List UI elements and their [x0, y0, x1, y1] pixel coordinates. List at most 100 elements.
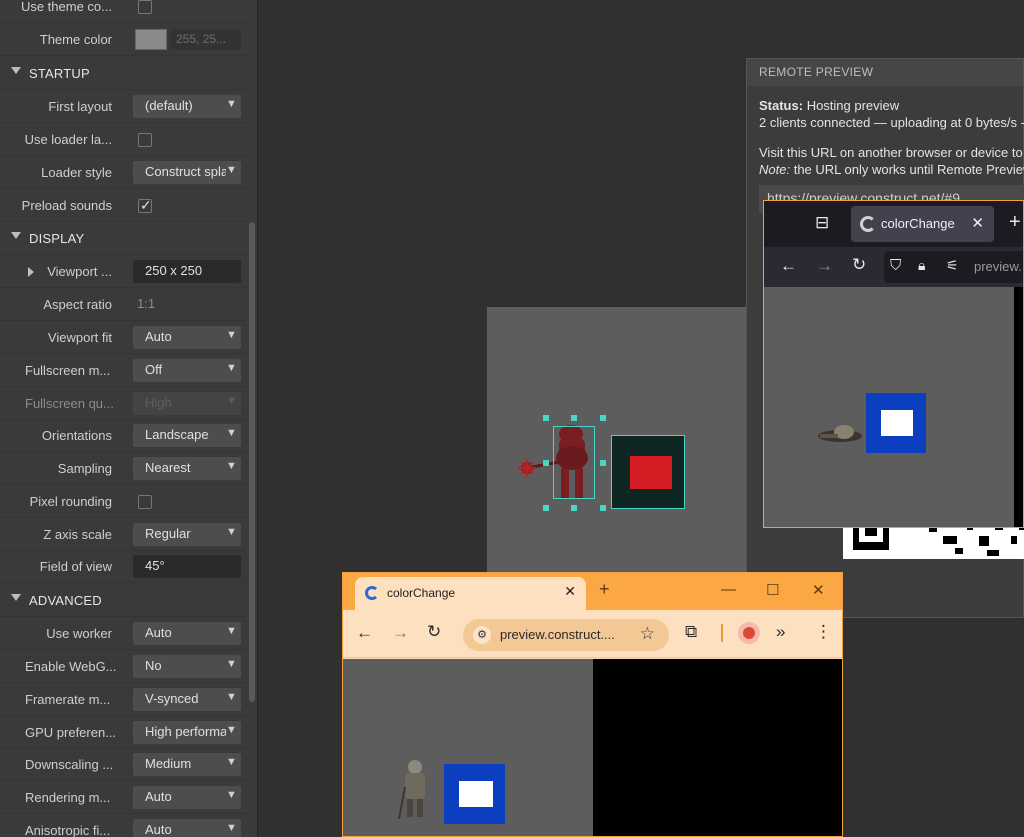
- forward-arrow-icon[interactable]: →: [816, 256, 833, 276]
- new-tab-icon[interactable]: +: [1009, 211, 1021, 234]
- firefox-tab-colorchange[interactable]: colorChange ✕: [851, 206, 994, 242]
- orientations-select[interactable]: Landscape ▼: [133, 424, 241, 447]
- section-startup[interactable]: STARTUP: [0, 57, 248, 90]
- resize-handle[interactable]: [571, 415, 577, 421]
- anisotropic-select[interactable]: Auto ▼: [133, 819, 241, 837]
- expand-triangle-icon[interactable]: [28, 267, 34, 277]
- resize-handle[interactable]: [600, 460, 606, 466]
- chevron-double-right-icon[interactable]: »: [776, 622, 785, 642]
- chevron-down-icon: ▼: [226, 756, 238, 770]
- prop-label: Z axis scale: [43, 527, 112, 542]
- firefox-game-canvas[interactable]: [764, 287, 1014, 527]
- use-worker-select[interactable]: Auto ▼: [133, 622, 241, 645]
- lock-icon[interactable]: 🔒︎: [918, 257, 925, 274]
- menu-kebab-icon[interactable]: ⋮: [815, 622, 832, 642]
- chevron-down-icon: ▼: [226, 691, 238, 705]
- viewport-fit-select[interactable]: Auto ▼: [133, 326, 241, 349]
- properties-scrollbar[interactable]: [247, 0, 257, 837]
- prop-label: Sampling: [57, 461, 112, 476]
- chrome-game-canvas[interactable]: [343, 659, 593, 836]
- prop-row-theme-color: Theme color 255, 25...: [0, 23, 248, 56]
- prop-row-use-loader: Use loader la...: [0, 123, 248, 156]
- chrome-black-area: [593, 659, 842, 836]
- forward-arrow-icon[interactable]: →: [392, 623, 409, 643]
- resize-handle[interactable]: [543, 460, 549, 466]
- select-value: Medium: [145, 756, 192, 771]
- aspect-ratio-value: 1:1: [137, 296, 156, 311]
- theme-color-value[interactable]: 255, 25...: [170, 29, 241, 50]
- tab-manager-icon[interactable]: ⊟: [815, 213, 829, 233]
- selection-bounds: [546, 418, 603, 508]
- url-text: preview.: [974, 259, 1022, 274]
- z-axis-scale-select[interactable]: Regular ▼: [133, 523, 241, 546]
- bookmark-star-icon[interactable]: ☆: [640, 624, 655, 644]
- select-value: Auto: [145, 329, 172, 344]
- scrollbar-thumb[interactable]: [249, 222, 255, 702]
- downscaling-select[interactable]: Medium ▼: [133, 753, 241, 776]
- red-inner-square: [630, 456, 672, 489]
- toolbar-separator: [721, 624, 723, 642]
- firefox-black-area: [1014, 287, 1023, 527]
- prop-row-orientations: Orientations Landscape ▼: [0, 419, 248, 452]
- minimize-icon[interactable]: —: [721, 581, 736, 598]
- field-of-view-input[interactable]: 45°: [133, 555, 241, 578]
- chevron-down-icon: ▼: [226, 460, 238, 474]
- resize-handle[interactable]: [600, 415, 606, 421]
- pixel-rounding-checkbox[interactable]: [138, 495, 152, 509]
- prop-label: Use worker: [46, 626, 112, 641]
- tab-title: colorChange: [387, 586, 456, 600]
- site-settings-icon[interactable]: ⚙: [473, 626, 491, 644]
- properties-panel: Use theme co... Theme color 255, 25... S…: [0, 0, 258, 837]
- close-window-icon[interactable]: ✕: [812, 581, 825, 599]
- fullscreen-mode-select[interactable]: Off ▼: [133, 359, 241, 382]
- shield-icon[interactable]: ⛉: [890, 257, 901, 274]
- section-advanced[interactable]: ADVANCED: [0, 584, 248, 617]
- close-tab-icon[interactable]: ✕: [971, 214, 984, 232]
- resize-handle[interactable]: [543, 415, 549, 421]
- note-text: the URL only works until Remote Preview: [793, 162, 1024, 177]
- rendering-mode-select[interactable]: Auto ▼: [133, 786, 241, 809]
- resize-handle[interactable]: [600, 505, 606, 511]
- select-value: Regular: [145, 526, 191, 541]
- resize-handle[interactable]: [571, 505, 577, 511]
- reload-icon[interactable]: ↻: [427, 622, 441, 642]
- preload-sounds-checkbox[interactable]: [138, 197, 152, 214]
- section-display[interactable]: DISPLAY: [0, 222, 248, 255]
- chrome-omnibox[interactable]: ⚙ preview.construct.... ☆: [463, 619, 669, 651]
- color-box-sprite[interactable]: [611, 435, 685, 509]
- section-title: STARTUP: [29, 66, 90, 81]
- reload-icon[interactable]: ↻: [852, 255, 866, 275]
- select-value: Auto: [145, 822, 172, 837]
- prop-label: Fullscreen qu...: [25, 396, 114, 411]
- enable-webgpu-select[interactable]: No ▼: [133, 655, 241, 678]
- viewport-size-input[interactable]: 250 x 250: [133, 260, 241, 283]
- profile-avatar[interactable]: [738, 622, 760, 644]
- resize-handle[interactable]: [543, 505, 549, 511]
- new-tab-icon[interactable]: +: [599, 579, 610, 600]
- first-layout-select[interactable]: (default) ▼: [133, 95, 241, 118]
- select-value: Landscape: [145, 427, 209, 442]
- extensions-icon[interactable]: ⧉: [685, 622, 697, 642]
- chrome-tab-colorchange[interactable]: colorChange ✕: [355, 577, 586, 610]
- sampling-select[interactable]: Nearest ▼: [133, 457, 241, 480]
- collapse-triangle-icon: [11, 594, 21, 601]
- use-theme-color-checkbox[interactable]: [138, 0, 152, 14]
- permissions-icon[interactable]: ⚟: [946, 257, 959, 274]
- prop-row-aspect-ratio: Aspect ratio 1:1: [0, 288, 248, 321]
- prop-row-fullscreen-mode: Fullscreen m... Off ▼: [0, 354, 248, 387]
- loader-style-select[interactable]: Construct spla ▼: [133, 161, 241, 184]
- close-tab-icon[interactable]: ✕: [564, 583, 576, 600]
- back-arrow-icon[interactable]: ←: [356, 623, 373, 643]
- firefox-url-bar[interactable]: ⛉ 🔒︎ ⚟ preview.: [884, 251, 1023, 283]
- use-loader-checkbox[interactable]: [138, 133, 152, 147]
- prop-label: Orientations: [41, 428, 112, 443]
- maximize-icon[interactable]: ☐: [766, 581, 779, 599]
- prop-row-z-axis-scale: Z axis scale Regular ▼: [0, 518, 248, 551]
- gpu-preference-select[interactable]: High performa ▼: [133, 721, 241, 744]
- prop-row-pixel-rounding: Pixel rounding: [0, 485, 248, 518]
- prop-row-field-of-view: Field of view 45°: [0, 550, 248, 583]
- framerate-mode-select[interactable]: V-synced ▼: [133, 688, 241, 711]
- firefox-tabstrip: ⊟ colorChange ✕ +: [764, 201, 1023, 247]
- back-arrow-icon[interactable]: ←: [780, 256, 797, 276]
- theme-color-swatch[interactable]: [135, 29, 167, 50]
